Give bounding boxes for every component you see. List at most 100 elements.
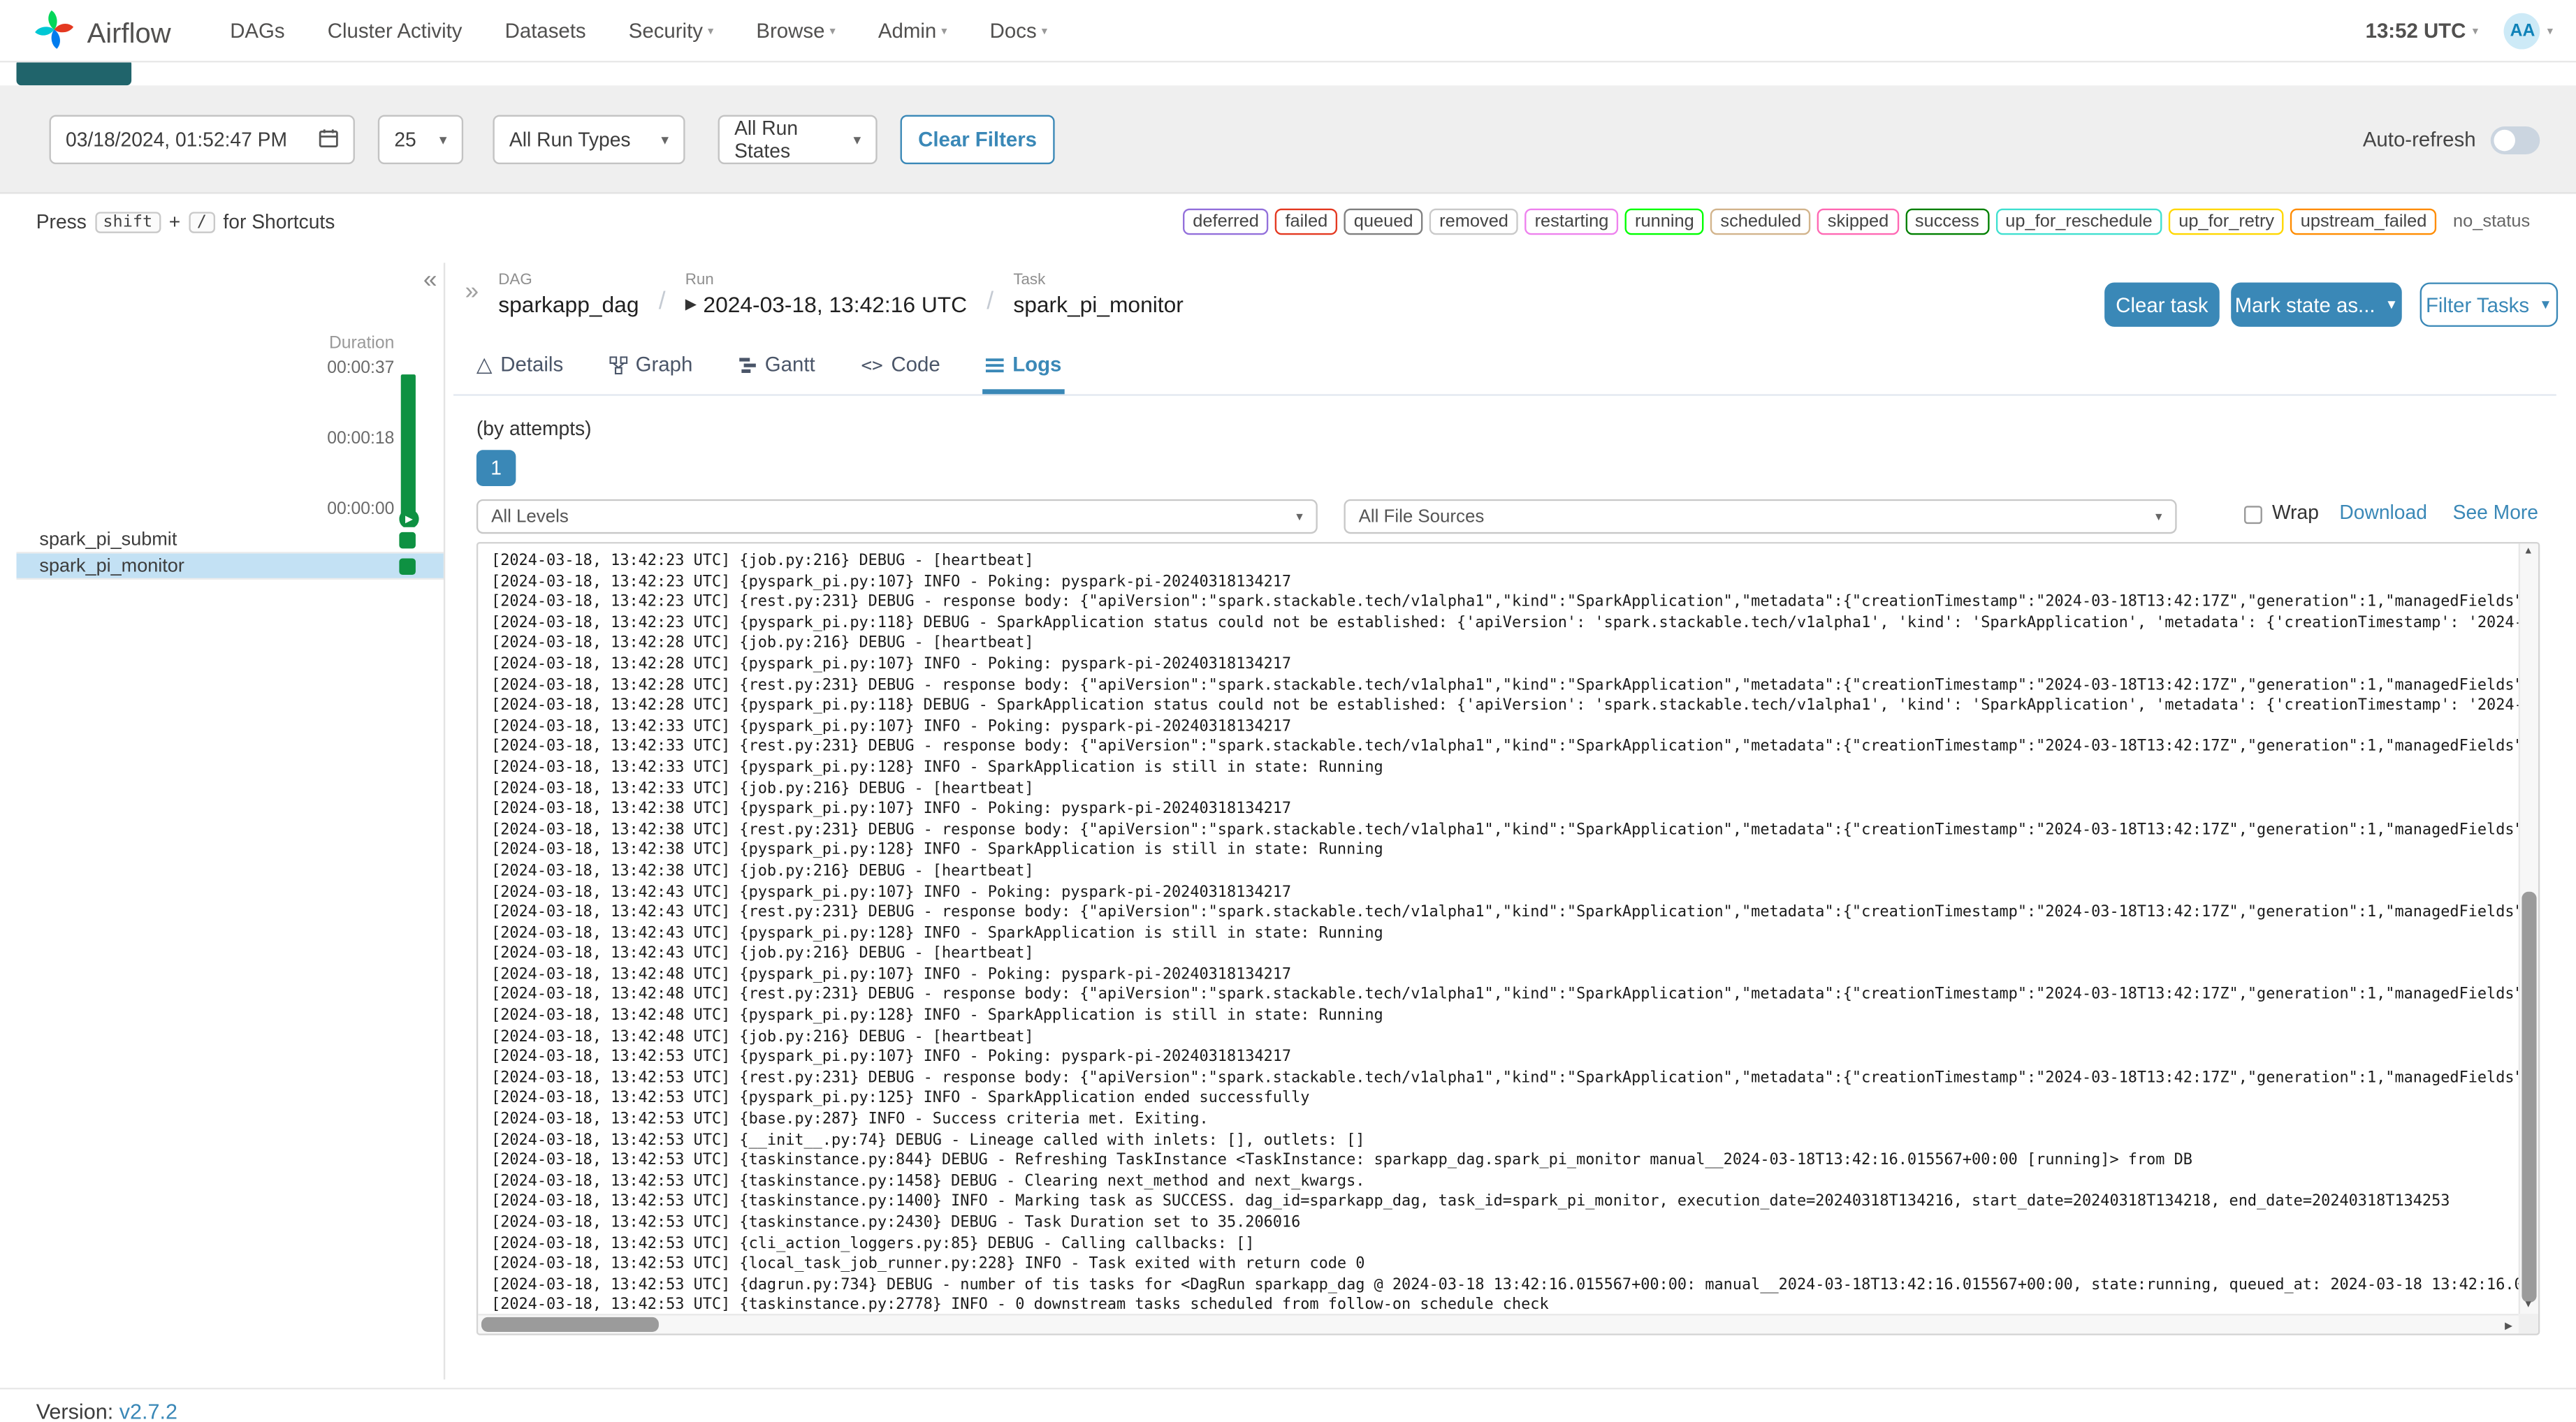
run-duration-bar[interactable] [400,374,416,520]
scroll-up-icon[interactable]: ▲ [2519,547,2538,557]
nav-item[interactable]: Browse ▾ [756,20,835,43]
run-types-select[interactable]: All Run Types ▾ [493,115,685,165]
wrap-checkbox[interactable] [2244,506,2262,525]
filter-bar: 03/18/2024, 01:52:47 PM 25 ▾ All Run Typ… [0,85,2576,194]
log-levels-select[interactable]: All Levels ▾ [476,499,1318,534]
breadcrumb-run: Run ▶ 2024-03-18, 13:42:16 UTC [685,271,967,317]
scroll-down-icon[interactable]: ▼ [2519,1300,2538,1310]
horizontal-scrollbar[interactable]: ▶ [478,1314,2519,1334]
wrap-label: Wrap [2271,501,2319,525]
status-badge[interactable]: deferred [1183,208,1269,235]
vertical-scroll-thumb[interactable] [2522,891,2537,1303]
file-sources-select[interactable]: All File Sources ▾ [1344,499,2177,534]
status-badge[interactable]: queued [1344,208,1423,235]
tab-logs[interactable]: Logs [982,353,1065,395]
logs-icon [986,356,1005,374]
version-link[interactable]: v2.7.2 [119,1399,177,1422]
status-badge[interactable]: no_status [2443,208,2540,235]
log-line: [2024-03-18, 13:42:28 UTC] {pyspark_pi.p… [491,696,2519,715]
expand-panel-icon[interactable]: » [465,277,479,311]
log-line: [2024-03-18, 13:42:53 UTC] {pyspark_pi.p… [491,1090,1310,1108]
nav-item[interactable]: DAGs ▾ [230,20,284,43]
attempt-1-button[interactable]: 1 [476,450,516,487]
collapse-sidebar-button[interactable]: « [423,266,437,294]
log-line: [2024-03-18, 13:42:33 UTC] {pyspark_pi.p… [491,717,1292,735]
breadcrumb-separator: / [658,287,666,316]
log-line: [2024-03-18, 13:42:48 UTC] {pyspark_pi.p… [491,1006,1383,1025]
see-more-link[interactable]: See More [2453,501,2538,524]
nav-item-label: Admin [878,20,937,43]
log-levels-value: All Levels [491,506,569,527]
partially-hidden-button[interactable] [16,59,132,86]
version-text: Version: v2.7.2 [36,1399,177,1422]
status-badge[interactable]: failed [1275,208,1338,235]
log-line: [2024-03-18, 13:42:38 UTC] {rest.py:231}… [491,821,2519,839]
manual-run-icon[interactable]: ▶ [399,508,419,529]
horizontal-scroll-thumb[interactable] [481,1317,659,1332]
vertical-scrollbar[interactable]: ▲ ▼ [2518,543,2538,1314]
graph-icon [609,356,627,374]
nav-item[interactable]: Cluster Activity ▾ [328,20,463,43]
download-link[interactable]: Download [2339,501,2427,524]
status-badge[interactable]: running [1624,208,1704,235]
log-line: [2024-03-18, 13:42:33 UTC] {rest.py:231}… [491,738,2519,756]
tab-details[interactable]: △ Details [473,351,567,394]
task-row[interactable]: spark_pi_submit [16,527,444,554]
breadcrumb-task-value[interactable]: spark_pi_monitor [1013,293,1184,317]
nav-item[interactable]: Security ▾ [629,20,714,43]
status-legend: deferred failed queued removed restarting run… [1183,193,2540,249]
chevron-down-icon: ▾ [941,26,947,38]
play-icon: ▶ [685,295,697,312]
task-state-square[interactable] [399,532,416,549]
base-date-input[interactable]: 03/18/2024, 01:52:47 PM [49,115,355,165]
details-icon: △ [476,353,493,376]
auto-refresh-toggle[interactable] [2490,125,2540,154]
nav-item[interactable]: Datasets ▾ [505,20,586,43]
status-badge[interactable]: up_for_retry [2169,208,2285,235]
kbd-slash: / [188,211,215,233]
tab-label: Details [500,352,564,376]
breadcrumb-dag-value[interactable]: sparkapp_dag [498,293,639,317]
tab-code[interactable]: <> Code [858,353,944,395]
log-line: [2024-03-18, 13:42:53 UTC] {taskinstance… [491,1296,1549,1314]
status-badge[interactable]: removed [1429,208,1519,235]
page-size-select[interactable]: 25 ▾ [377,115,464,165]
log-line: [2024-03-18, 13:42:53 UTC] {pyspark_pi.p… [491,1048,1292,1066]
shortcuts-hint: Press shift + / for Shortcuts [36,193,335,249]
filter-tasks-button[interactable]: Filter Tasks ▼ [2419,282,2559,327]
breadcrumb-run-value[interactable]: ▶ 2024-03-18, 13:42:16 UTC [685,293,967,317]
run-states-select[interactable]: All Run States ▾ [718,115,878,165]
by-attempts-label: (by attempts) [476,417,592,441]
clear-filters-button[interactable]: Clear Filters [900,115,1055,165]
task-row[interactable]: spark_pi_monitor [16,553,444,580]
log-line: [2024-03-18, 13:42:43 UTC] {job.py:216} … [491,944,1034,963]
status-badge[interactable]: scheduled [1710,208,1812,235]
tab-gantt[interactable]: Gantt [735,353,818,395]
log-line: [2024-03-18, 13:42:53 UTC] {rest.py:231}… [491,1069,2519,1087]
log-line: [2024-03-18, 13:42:53 UTC] {local_task_j… [491,1254,1365,1273]
log-line: [2024-03-18, 13:42:28 UTC] {job.py:216} … [491,634,1034,653]
log-line: [2024-03-18, 13:42:53 UTC] {taskinstance… [491,1193,2450,1211]
task-state-square[interactable] [399,558,416,575]
breadcrumb-task: Task spark_pi_monitor [1013,271,1184,317]
status-badge[interactable]: up_for_reschedule [1995,208,2162,235]
status-badge[interactable]: skipped [1817,208,1899,235]
log-line: [2024-03-18, 13:42:53 UTC] {taskinstance… [491,1151,2192,1170]
clear-task-button[interactable]: Clear task [2104,282,2220,327]
status-badge[interactable]: success [1905,208,1989,235]
scroll-right-icon[interactable]: ▶ [2502,1321,2515,1332]
kbd-shift: shift [94,211,161,233]
log-line: [2024-03-18, 13:42:33 UTC] {job.py:216} … [491,779,1034,798]
user-menu[interactable]: AA ▾ [2504,13,2553,50]
tab-graph[interactable]: Graph [606,353,696,395]
status-badge[interactable]: upstream_failed [2290,208,2437,235]
status-badge[interactable]: restarting [1525,208,1619,235]
nav-item[interactable]: Docs ▾ [990,20,1047,43]
mark-state-as-button[interactable]: Mark state as... ▼ [2231,282,2402,327]
log-output-panel[interactable]: [2024-03-18, 13:42:23 UTC] {job.py:216} … [476,541,2540,1335]
clock-menu[interactable]: 13:52 UTC ▾ [2366,20,2478,43]
nav-item[interactable]: Admin ▾ [878,20,947,43]
log-line: [2024-03-18, 13:42:23 UTC] {job.py:216} … [491,552,1034,570]
brand[interactable]: Airflow [33,8,171,59]
footer-divider [0,1387,2576,1390]
